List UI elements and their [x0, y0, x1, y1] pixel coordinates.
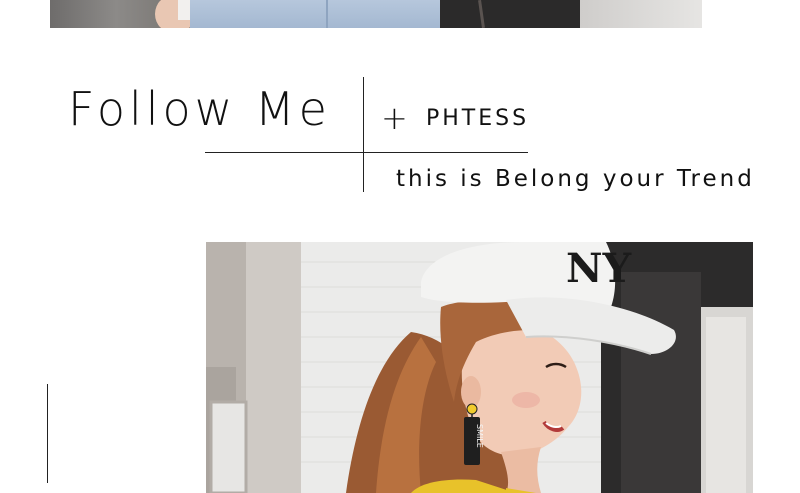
- brand-name: PHTESS: [426, 106, 530, 131]
- photo-wall: [50, 0, 160, 28]
- top-photo-strip: [50, 0, 702, 28]
- photo-seam: [326, 0, 328, 28]
- side-decorative-line: [47, 384, 48, 483]
- photo-dark-area: [440, 0, 580, 28]
- earring-text: SMILE: [475, 424, 484, 448]
- photo-light-area: [580, 0, 702, 28]
- horizontal-divider: [205, 152, 528, 153]
- photo-denim: [190, 0, 440, 28]
- vertical-divider: [363, 77, 364, 192]
- model-photo-illustration: NY SMILE: [206, 242, 753, 493]
- plus-sign: +: [381, 99, 408, 137]
- page-title: Follow Me: [68, 82, 331, 136]
- model-photo: NY SMILE: [206, 242, 753, 493]
- cap-logo: NY: [566, 245, 632, 292]
- tagline: this is Belong your Trend: [396, 166, 755, 192]
